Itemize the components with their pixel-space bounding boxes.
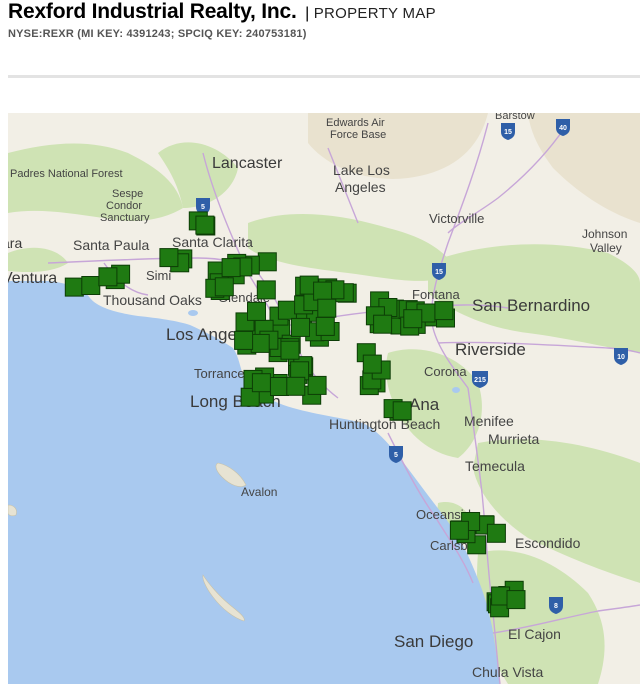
place-label: Sespe xyxy=(112,188,143,200)
svg-text:215: 215 xyxy=(474,377,486,384)
place-label: Corona xyxy=(424,364,467,379)
place-label: Angeles xyxy=(335,179,386,195)
lake xyxy=(188,310,198,316)
place-label: Edwards Air xyxy=(326,117,385,129)
property-marker[interactable] xyxy=(315,316,335,336)
place-label: Barstow xyxy=(495,113,535,122)
place-label: Escondido xyxy=(515,535,581,551)
svg-text:40: 40 xyxy=(559,125,567,132)
svg-text:5: 5 xyxy=(394,452,398,459)
place-label: Torrance xyxy=(194,366,245,381)
company-name: Rexford Industrial Realty, Inc. xyxy=(8,0,297,23)
place-label: Sanctuary xyxy=(100,212,150,224)
property-marker[interactable] xyxy=(195,215,215,235)
svg-text:10: 10 xyxy=(617,354,625,361)
ticker-keys: NYSE:REXR (MI KEY: 4391243; SPCIQ KEY: 2… xyxy=(8,28,307,40)
place-label: Johnson xyxy=(582,227,627,241)
property-marker[interactable] xyxy=(362,354,382,374)
place-label: Murrieta xyxy=(488,431,540,447)
place-label: Fontana xyxy=(412,287,460,302)
property-map[interactable]: 40 15 5 15 10 215 5 8 Edwards Air Force … xyxy=(8,113,640,684)
property-marker[interactable] xyxy=(307,375,327,395)
property-marker[interactable] xyxy=(449,520,469,540)
svg-text:15: 15 xyxy=(504,129,512,136)
place-label: Temecula xyxy=(465,458,525,474)
map-canvas[interactable]: 40 15 5 15 10 215 5 8 Edwards Air Force … xyxy=(8,113,640,684)
svg-text:15: 15 xyxy=(435,269,443,276)
page-header: Rexford Industrial Realty, Inc. | PROPER… xyxy=(8,0,638,40)
property-marker[interactable] xyxy=(392,401,412,421)
property-marker[interactable] xyxy=(256,280,276,300)
place-label: Ventura xyxy=(8,270,57,287)
place-label: Lancaster xyxy=(212,155,283,172)
property-marker[interactable] xyxy=(234,330,254,350)
svg-text:8: 8 xyxy=(554,603,558,610)
place-label: ara xyxy=(8,235,22,251)
property-marker[interactable] xyxy=(291,317,310,337)
property-marker[interactable] xyxy=(159,248,179,268)
property-marker[interactable] xyxy=(403,309,423,329)
place-label: Riverside xyxy=(455,340,526,359)
place-label: Santa Clarita xyxy=(172,234,253,250)
header-divider xyxy=(8,75,640,78)
place-label: Force Base xyxy=(330,129,386,141)
place-label: San Diego xyxy=(394,632,473,651)
property-marker[interactable] xyxy=(250,333,270,353)
property-marker[interactable] xyxy=(270,377,289,396)
property-marker[interactable] xyxy=(221,258,241,278)
place-label: Padres National Forest xyxy=(10,168,123,180)
property-marker[interactable] xyxy=(280,340,300,360)
place-label: Avalon xyxy=(241,485,277,499)
property-marker[interactable] xyxy=(214,277,234,297)
page-type-label: PROPERTY MAP xyxy=(313,5,436,22)
title-row: Rexford Industrial Realty, Inc. | PROPER… xyxy=(8,0,638,24)
place-label: Simi xyxy=(146,268,171,283)
svg-text:5: 5 xyxy=(201,204,205,211)
property-marker[interactable] xyxy=(286,376,306,396)
property-marker[interactable] xyxy=(98,267,118,287)
place-label: Victorville xyxy=(429,211,484,226)
property-marker[interactable] xyxy=(277,300,297,320)
property-marker[interactable] xyxy=(313,281,333,301)
place-label: Chula Vista xyxy=(472,664,544,680)
property-marker[interactable] xyxy=(434,301,454,321)
place-label: Condor xyxy=(106,200,142,212)
property-marker[interactable] xyxy=(373,314,393,334)
property-marker[interactable] xyxy=(506,590,526,610)
property-marker[interactable] xyxy=(251,373,271,393)
place-label: Menifee xyxy=(464,413,514,429)
property-marker[interactable] xyxy=(64,277,84,297)
property-marker[interactable] xyxy=(81,276,101,295)
place-label: Lake Los xyxy=(333,162,390,178)
property-marker[interactable] xyxy=(486,523,506,543)
place-label: Huntington Beach xyxy=(329,416,440,432)
lake xyxy=(452,387,460,393)
property-marker[interactable] xyxy=(247,301,266,321)
property-marker[interactable] xyxy=(317,298,337,318)
place-label: Thousand Oaks xyxy=(103,292,202,308)
place-label: San Bernardino xyxy=(472,296,590,315)
property-marker[interactable] xyxy=(257,252,277,272)
place-label: Ana xyxy=(409,395,440,414)
place-label: Santa Paula xyxy=(73,237,149,253)
title-separator: | xyxy=(305,5,310,22)
place-label: Valley xyxy=(590,241,622,255)
place-label: El Cajon xyxy=(508,626,561,642)
